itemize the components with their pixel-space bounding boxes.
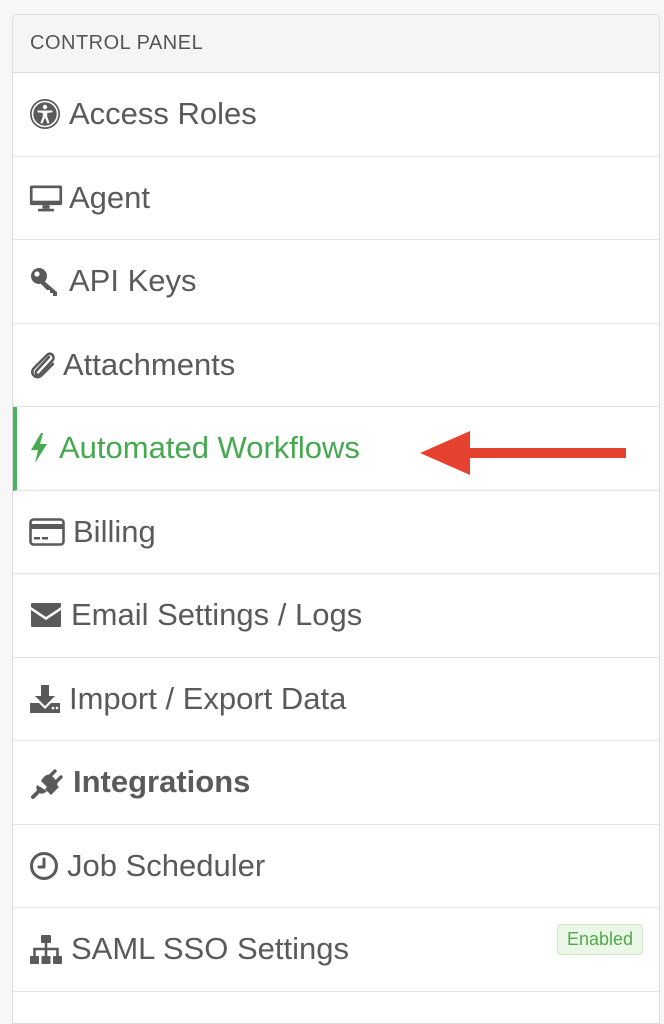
download-icon — [29, 682, 63, 716]
menu-item-label: Email Settings / Logs — [71, 597, 363, 633]
menu-item-label: Job Scheduler — [67, 847, 266, 883]
menu-item-email-settings[interactable]: Email Settings / Logs — [13, 574, 659, 658]
menu-item-saml-sso[interactable]: SAML SSO Settings Enabled — [13, 908, 659, 992]
panel-header: CONTROL PANEL — [13, 15, 659, 73]
control-panel: CONTROL PANEL Access Roles Agent API Key… — [12, 14, 660, 1024]
menu-item-access-roles[interactable]: Access Roles — [13, 73, 659, 157]
plug-icon — [29, 765, 67, 800]
menu-item-label: Import / Export Data — [69, 680, 347, 716]
menu-item-job-scheduler[interactable]: Job Scheduler — [13, 825, 659, 908]
menu-item-integrations[interactable]: Integrations — [13, 741, 659, 825]
credit-card-icon — [29, 515, 67, 549]
clock-icon — [29, 849, 61, 883]
lightning-bolt-icon — [29, 431, 53, 465]
universal-access-icon — [29, 97, 63, 131]
paperclip-icon — [29, 348, 57, 382]
panel-title: CONTROL PANEL — [30, 32, 204, 54]
envelope-icon — [29, 598, 65, 632]
menu-item-label: Billing — [73, 513, 156, 549]
control-panel-menu: Access Roles Agent API Keys Attachments … — [13, 73, 659, 992]
sitemap-icon — [29, 932, 65, 966]
menu-item-agent[interactable]: Agent — [13, 157, 659, 240]
menu-item-label: API Keys — [69, 263, 197, 299]
menu-item-label: Access Roles — [69, 96, 257, 132]
menu-item-label: Attachments — [63, 346, 236, 382]
menu-item-attachments[interactable]: Attachments — [13, 324, 659, 407]
menu-item-api-keys[interactable]: API Keys — [13, 240, 659, 324]
menu-item-label: SAML SSO Settings — [71, 931, 349, 967]
menu-item-billing[interactable]: Billing — [13, 491, 659, 574]
key-icon — [29, 264, 63, 298]
menu-item-import-export[interactable]: Import / Export Data — [13, 658, 659, 741]
status-badge: Enabled — [556, 924, 643, 955]
desktop-monitor-icon — [29, 181, 63, 215]
menu-item-label: Integrations — [73, 764, 251, 800]
red-arrow-icon — [420, 431, 626, 475]
menu-item-label: Agent — [69, 179, 151, 215]
menu-item-label: Automated Workflows — [59, 430, 360, 466]
